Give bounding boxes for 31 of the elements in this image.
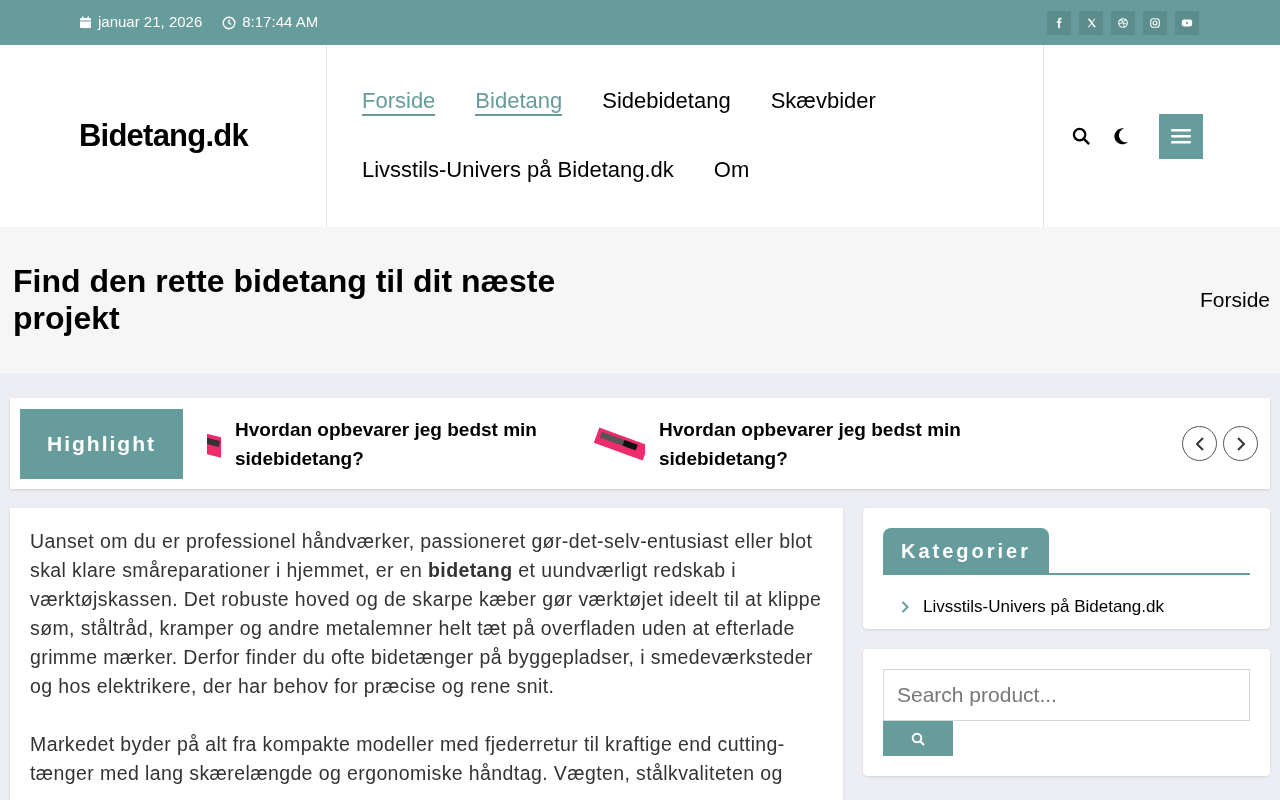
search-field[interactable]: Search product... [883,669,1250,721]
article-paragraph: Uanset om du er professionel håndværker, passioneret gør-det-selv-entusiast eller blot skal klare småreparationer i hjemmet, er en bidetang et uundværligt redskab i værktøjskassen. Det robuste hoved og de skarpe kæber gør værktøjet ideelt til at klippe søm, ståltråd, kramper og andre metalemner helt tæt på overfladen uden at efterlade grimme mærker. Derfor finder du ofte bidetænger på byggepladser, i smedeværksteder og hos elektrikere, der har behov for præcise og rene snit. [30,529,823,699]
dribbble-icon[interactable] [1111,10,1135,35]
highlight-link[interactable]: Hvordan opbevarer jeg bedst min sidebidetang? [235,414,575,473]
breadcrumb-link[interactable]: Forside [1199,284,1270,316]
category-link[interactable]: Livsstils-Univers på Bidetang.dk [923,594,1164,620]
menu-icon [1171,128,1191,144]
nav-link[interactable]: Sidebidetang [602,87,731,116]
youtube-icon[interactable] [1175,10,1199,35]
time-text: 8:17:44 AM [242,12,319,33]
search-icon [911,731,925,746]
menu-button[interactable] [1159,113,1203,159]
instagram-icon[interactable] [1143,10,1167,35]
site-logo[interactable]: Bidetang.dk [79,112,248,160]
page-title: Find den rette bidetang til dit næste projekt [13,263,557,337]
nav-link[interactable]: Skævbider [770,87,876,116]
chevron-left-icon [1194,436,1205,451]
facebook-icon[interactable] [1047,10,1071,35]
chevron-right-icon [1235,436,1246,451]
search-button[interactable] [1071,126,1091,146]
chevron-icon [901,601,909,613]
calendar-icon [79,16,92,29]
widget-title: Kategorier [883,528,1050,573]
article-paragraph: Markedet byder på alt fra kompakte modeller med fjederretur til kraftige end cutting-tænger med lang skærelængde og ergonomiske håndtag. Vægten, stålkvaliteten og [30,732,786,786]
date-text: januar 21, 2026 [98,12,203,33]
nav-link[interactable]: Om [713,156,750,185]
x-logo-icon[interactable] [1079,10,1103,35]
highlight-label: Highlight [20,408,183,479]
nav-link[interactable]: Livsstils-Univers på Bidetang.dk [362,156,674,185]
highlight-link[interactable]: Hvordan opbevarer jeg bedst min sidebidetang? [659,414,999,473]
clock-icon [222,15,237,30]
